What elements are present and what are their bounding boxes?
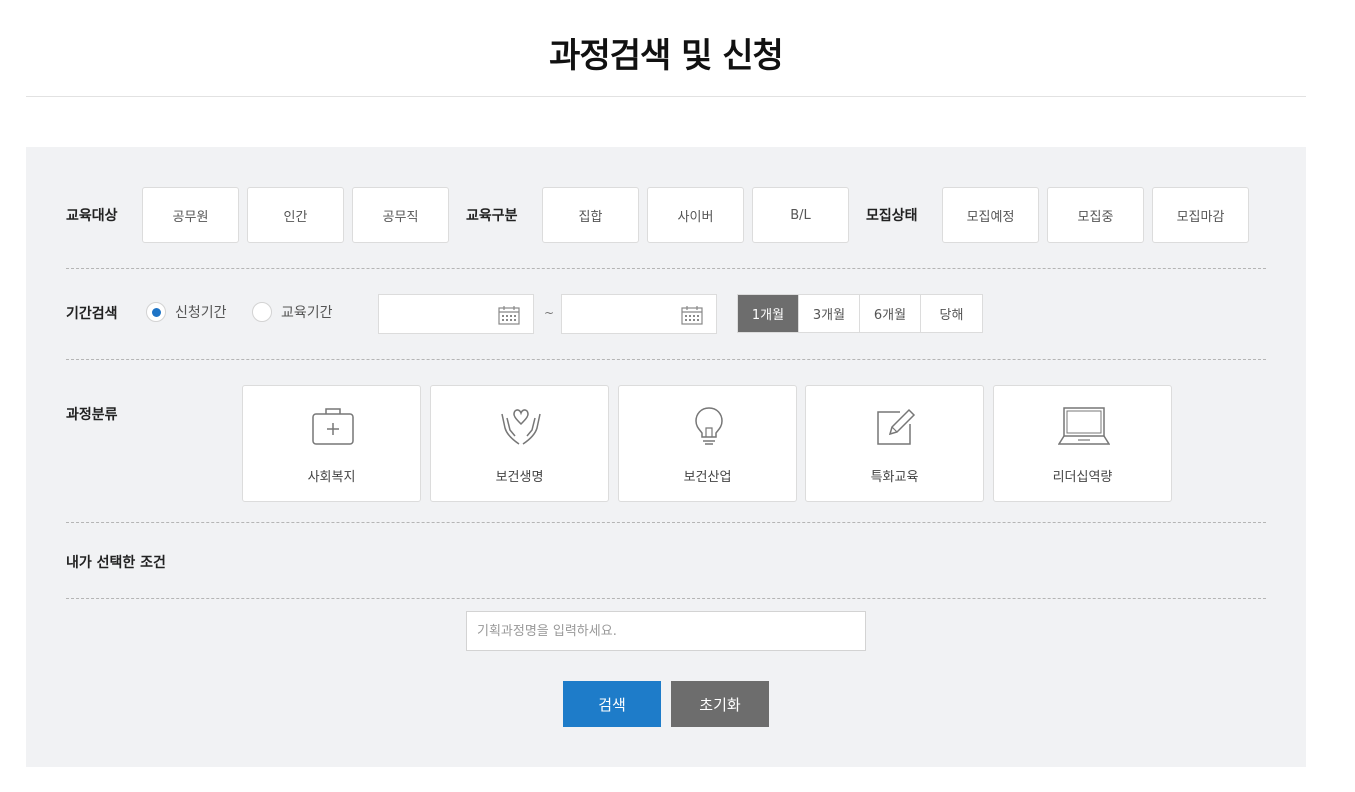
chip-status-planned[interactable]: 모집예정 bbox=[942, 187, 1039, 243]
search-button[interactable]: 검색 bbox=[563, 681, 661, 727]
category-label-text: 보건생명 bbox=[495, 470, 544, 485]
type-label: 교육구분 bbox=[466, 208, 518, 224]
calendar-icon[interactable] bbox=[498, 305, 520, 325]
title-divider bbox=[26, 96, 1306, 97]
selected-conditions-label: 내가 선택한 조건 bbox=[66, 555, 166, 571]
period-6-month-button[interactable]: 6개월 bbox=[860, 295, 921, 332]
category-label: 과정분류 bbox=[66, 407, 118, 423]
hands-heart-icon bbox=[501, 409, 541, 445]
date-range-separator: ~ bbox=[544, 306, 555, 320]
reset-button[interactable]: 초기화 bbox=[671, 681, 769, 727]
period-this-year-button[interactable]: 당해 bbox=[921, 295, 982, 332]
chip-target-public-worker[interactable]: 공무직 bbox=[352, 187, 449, 243]
radio-checked-icon bbox=[146, 302, 166, 322]
chip-type-group[interactable]: 집합 bbox=[542, 187, 639, 243]
lightbulb-icon bbox=[695, 407, 723, 445]
target-label: 교육대상 bbox=[66, 208, 118, 224]
end-date-input[interactable] bbox=[561, 294, 717, 334]
period-1-month-button[interactable]: 1개월 bbox=[738, 295, 799, 332]
row-divider bbox=[66, 268, 1266, 269]
category-label-text: 보건산업 bbox=[683, 470, 732, 485]
chip-type-blended[interactable]: B/L bbox=[752, 187, 849, 243]
laptop-icon bbox=[1058, 407, 1110, 445]
medical-kit-icon bbox=[312, 408, 354, 445]
status-label: 모집상태 bbox=[866, 208, 918, 224]
category-health-industry[interactable]: 보건산업 bbox=[618, 385, 797, 502]
radio-apply-period-label: 신청기간 bbox=[175, 305, 227, 321]
chip-target-private[interactable]: 인간 bbox=[247, 187, 344, 243]
chip-type-cyber[interactable]: 사이버 bbox=[647, 187, 744, 243]
page-title: 과정검색 및 신청 bbox=[549, 36, 784, 76]
search-panel: 교육대상 공무원 인간 공무직 교육구분 집합 사이버 B/L 모집상태 모집예… bbox=[26, 147, 1306, 767]
row-divider bbox=[66, 522, 1266, 523]
period-3-month-button[interactable]: 3개월 bbox=[799, 295, 860, 332]
category-social-welfare[interactable]: 사회복지 bbox=[242, 385, 421, 502]
category-label-text: 리더십역량 bbox=[1052, 470, 1113, 485]
calendar-icon[interactable] bbox=[681, 305, 703, 325]
period-label: 기간검색 bbox=[66, 306, 118, 322]
radio-apply-period[interactable]: 신청기간 bbox=[146, 302, 227, 322]
quick-period-group: 1개월 3개월 6개월 당해 bbox=[737, 294, 983, 333]
chip-target-civil-servant[interactable]: 공무원 bbox=[142, 187, 239, 243]
category-leadership[interactable]: 리더십역량 bbox=[993, 385, 1172, 502]
chip-status-open[interactable]: 모집중 bbox=[1047, 187, 1144, 243]
start-date-input[interactable] bbox=[378, 294, 534, 334]
category-label-text: 사회복지 bbox=[307, 470, 356, 485]
radio-edu-period[interactable]: 교육기간 bbox=[252, 302, 333, 322]
category-label-text: 특화교육 bbox=[870, 470, 919, 485]
category-special-education[interactable]: 특화교육 bbox=[805, 385, 984, 502]
edit-note-icon bbox=[877, 408, 916, 445]
row-divider bbox=[66, 598, 1266, 599]
radio-unchecked-icon bbox=[252, 302, 272, 322]
radio-edu-period-label: 교육기간 bbox=[281, 305, 333, 321]
course-name-input[interactable] bbox=[466, 611, 866, 651]
row-divider bbox=[66, 359, 1266, 360]
chip-status-closed[interactable]: 모집마감 bbox=[1152, 187, 1249, 243]
category-health-life[interactable]: 보건생명 bbox=[430, 385, 609, 502]
